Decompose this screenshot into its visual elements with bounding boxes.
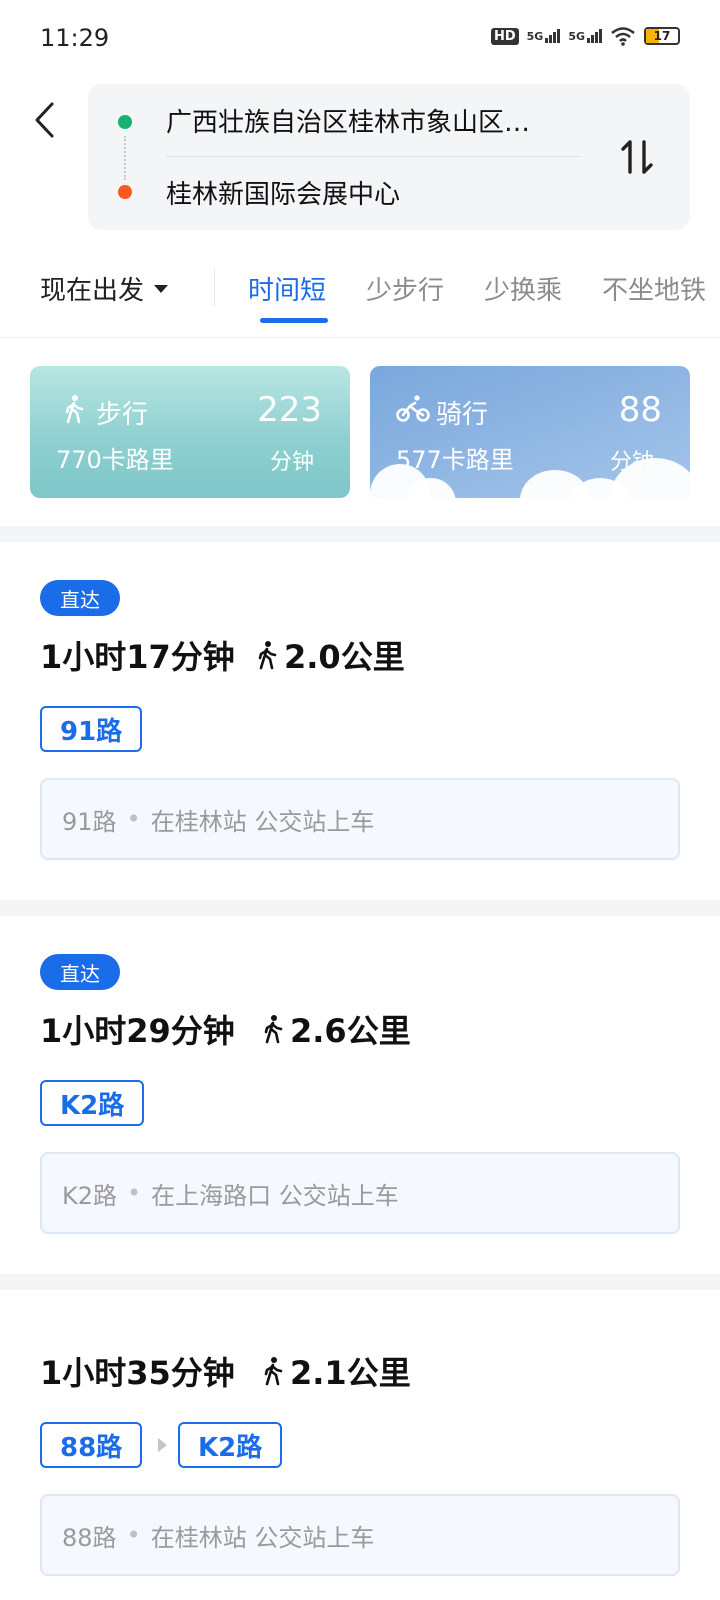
- direct-badge: 直达: [40, 580, 120, 616]
- route-result-card[interactable]: 1小时35分钟 2.1公里 88路 K2路 88路 • 在桂林站 公交站上车: [0, 1290, 720, 1600]
- hd-icon: HD: [490, 27, 519, 45]
- section-separator: [0, 1274, 720, 1290]
- status-time: 11:29: [40, 24, 110, 52]
- walk-icon: [65, 395, 84, 424]
- bus-line-tag[interactable]: 91路: [40, 706, 143, 752]
- bike-calories: 577卡路里: [396, 446, 514, 474]
- boarding-info: 91路 • 在桂林站 公交站上车: [40, 778, 680, 860]
- tab-less-walking[interactable]: 少步行: [366, 270, 444, 307]
- route-panel: 广西壮族自治区桂林市象山区… 桂林新国际会展中心: [88, 84, 690, 230]
- bullet-separator: •: [126, 805, 141, 833]
- boarding-stop: 在桂林站 公交站上车: [150, 807, 375, 836]
- route-walk-distance: 2.1公里: [262, 1348, 411, 1394]
- bus-line-tag[interactable]: K2路: [40, 1080, 145, 1126]
- tab-shortest-time[interactable]: 时间短: [248, 270, 326, 307]
- back-button[interactable]: [26, 96, 62, 144]
- boarding-line: 91路: [62, 807, 117, 836]
- section-separator: [0, 526, 720, 542]
- bike-label: 骑行: [436, 400, 489, 430]
- bike-option-card[interactable]: 骑行 577卡路里 88 分钟: [370, 366, 690, 498]
- active-tab-indicator: [260, 318, 328, 323]
- boarding-line: K2路: [62, 1181, 118, 1210]
- walk-label: 步行: [96, 400, 149, 430]
- route-walk-distance: 2.0公里: [256, 632, 405, 678]
- back-icon: [35, 102, 54, 138]
- depart-time-label: 现在出发: [40, 276, 145, 306]
- divider: [166, 156, 582, 157]
- status-bar: 11:29 HD 5G 5G 17: [0, 0, 720, 80]
- origin-dot: [118, 115, 132, 129]
- battery-icon: 17: [644, 27, 680, 45]
- boarding-stop: 在桂林站 公交站上车: [150, 1523, 375, 1552]
- bike-minutes: 88: [618, 390, 662, 430]
- route-duration: 1小时29分钟: [40, 1012, 235, 1050]
- caret-down-icon: [154, 284, 169, 293]
- direct-badge: 直达: [40, 954, 120, 990]
- bus-line-tag[interactable]: K2路: [178, 1422, 283, 1468]
- signal-icon: 5G: [568, 29, 602, 43]
- route-duration: 1小时17分钟: [40, 638, 235, 676]
- bike-unit: 分钟: [609, 450, 654, 475]
- tab-no-subway[interactable]: 不坐地铁: [602, 270, 706, 307]
- walk-icon: [258, 641, 277, 670]
- sort-tabs-bar: 现在出发 时间短 少步行 少换乘 不坐地铁: [0, 256, 720, 338]
- route-duration: 1小时35分钟: [40, 1354, 235, 1392]
- swap-icon: [621, 140, 653, 174]
- bus-line-tag[interactable]: 88路: [40, 1422, 143, 1468]
- route-result-card[interactable]: 直达 1小时17分钟 2.0公里 91路 91路 • 在桂林站 公交站上车: [0, 542, 720, 900]
- status-icons: HD 5G 5G 17: [490, 26, 680, 46]
- transfer-arrow-icon: [158, 1438, 167, 1452]
- origin-input[interactable]: 广西壮族自治区桂林市象山区…: [166, 102, 586, 139]
- walk-option-card[interactable]: 步行 770卡路里 223 分钟: [30, 366, 350, 498]
- destination-input[interactable]: 桂林新国际会展中心: [166, 174, 400, 211]
- bullet-separator: •: [126, 1521, 141, 1549]
- route-walk-distance: 2.6公里: [262, 1006, 411, 1052]
- destination-dot: [118, 185, 132, 199]
- boarding-info: 88路 • 在桂林站 公交站上车: [40, 1494, 680, 1576]
- boarding-line: 88路: [62, 1523, 117, 1552]
- walk-unit: 分钟: [269, 450, 314, 475]
- wifi-icon: [611, 27, 635, 46]
- boarding-stop: 在上海路口 公交站上车: [151, 1181, 399, 1210]
- divider: [214, 268, 215, 306]
- bullet-separator: •: [127, 1179, 142, 1207]
- walk-icon: [264, 1015, 283, 1044]
- walk-calories: 770卡路里: [56, 446, 174, 474]
- signal-icon: 5G: [527, 29, 561, 43]
- boarding-info: K2路 • 在上海路口 公交站上车: [40, 1152, 680, 1234]
- route-connector: [124, 136, 126, 180]
- walk-icon: [264, 1357, 283, 1386]
- battery-level: 17: [653, 29, 671, 43]
- bike-icon: [396, 395, 430, 422]
- route-result-card[interactable]: 直达 1小时29分钟 2.6公里 K2路 K2路 • 在上海路口 公交站上车: [0, 916, 720, 1274]
- walk-minutes: 223: [257, 390, 322, 430]
- tab-fewer-transfers[interactable]: 少换乘: [484, 270, 562, 307]
- depart-time-dropdown[interactable]: 现在出发: [40, 270, 169, 307]
- section-separator: [0, 900, 720, 916]
- swap-button[interactable]: [612, 132, 662, 182]
